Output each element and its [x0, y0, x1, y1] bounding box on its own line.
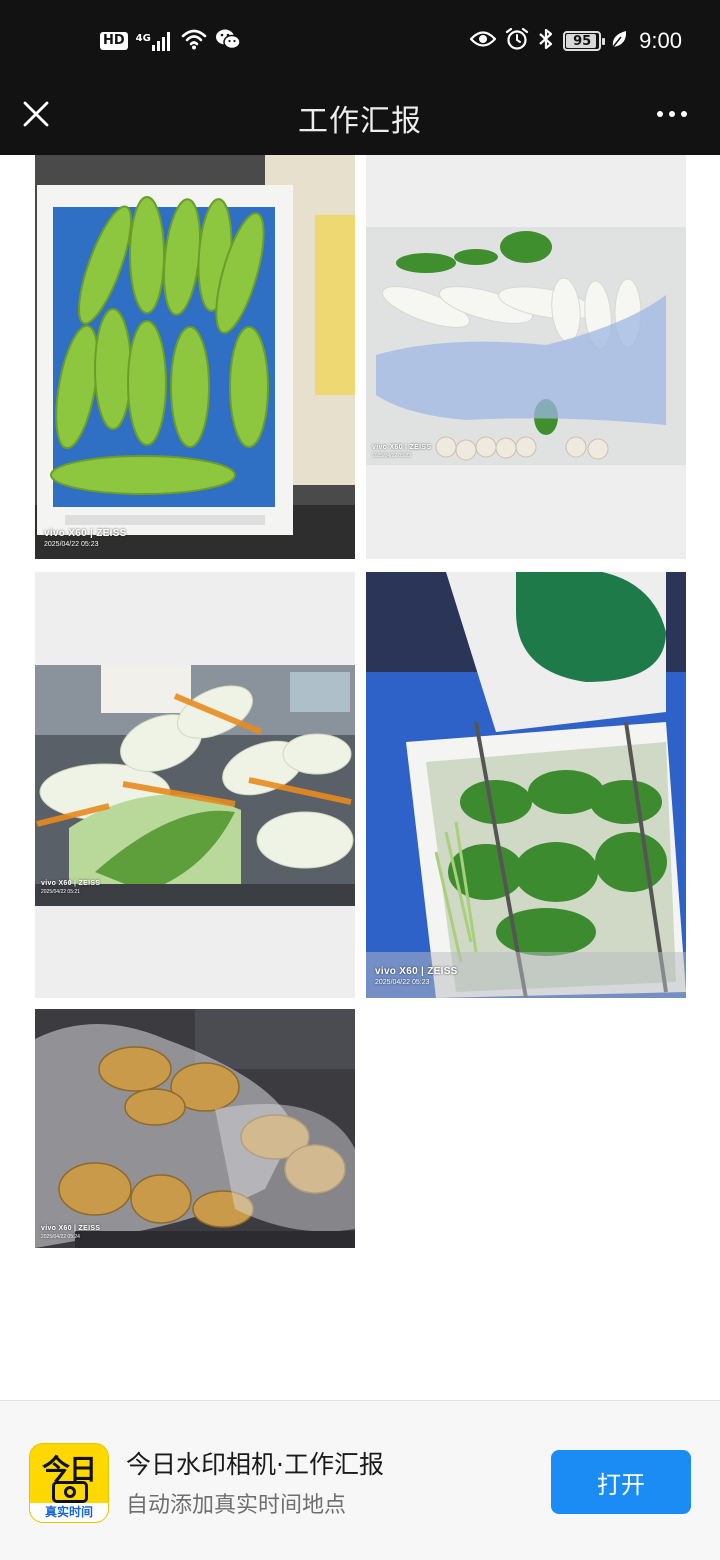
wechat-icon — [215, 28, 241, 54]
photo-watermark: vivo X60 | ZEISS 2025/04/22 05:23 — [372, 444, 431, 459]
radish-image — [366, 155, 686, 559]
wifi-icon — [181, 28, 207, 54]
zucchini-image — [35, 155, 355, 559]
battery-icon: 95 — [563, 31, 606, 51]
photo-watermark: vivo X60 | ZEISS 2025/04/22 05:21 — [41, 880, 100, 895]
status-right: 95 9:00 — [469, 24, 682, 58]
title-bar: 工作汇报 — [0, 84, 720, 155]
more-button[interactable] — [648, 96, 696, 132]
more-icon-dot — [657, 111, 663, 117]
watermark-brand: vivo X60 | ZEISS — [44, 528, 127, 539]
photo-leafy-greens[interactable]: vivo X60 | ZEISS 2025/04/22 05:23 — [366, 572, 686, 998]
photo-zucchini[interactable]: vivo X60 | ZEISS 2025/04/22 05:23 — [35, 155, 355, 559]
app-promo-banner[interactable]: 今日 真实时间 今日水印相机·工作汇报 自动添加真实时间地点 打开 — [0, 1400, 720, 1560]
alarm-icon — [505, 27, 529, 55]
ginger-image — [35, 1009, 355, 1248]
watermark-time: 2025/04/22 05:21 — [41, 889, 80, 895]
bluetooth-icon — [538, 27, 554, 55]
hd-badge: HD — [100, 32, 128, 50]
app-icon-strip: 真实时间 — [30, 1503, 108, 1522]
watermark-time: 2025/04/22 05:23 — [44, 541, 99, 548]
leafy-greens-image — [366, 572, 686, 998]
leaf-icon — [610, 29, 628, 53]
more-icon-dot — [681, 111, 687, 117]
status-bar: HD 4G 95 9:00 — [0, 0, 720, 84]
more-icon-dot — [669, 111, 675, 117]
photo-watermark: vivo X60 | ZEISS 2025/04/22 05:23 — [44, 528, 127, 548]
watermark-brand: vivo X60 | ZEISS — [41, 880, 101, 887]
photo-watermark: vivo X60 | ZEISS 2025/04/22 05:23 — [375, 966, 458, 986]
watermark-time: 2025/04/22 05:23 — [372, 453, 411, 459]
watermark-time: 2025/04/22 05:23 — [375, 979, 430, 986]
promo-subtitle: 自动添加真实时间地点 — [126, 1493, 347, 1518]
battery-level: 95 — [573, 33, 592, 49]
page-title: 工作汇报 — [298, 104, 422, 139]
napa-cabbage-image — [35, 572, 355, 998]
open-button[interactable]: 打开 — [551, 1450, 691, 1514]
photo-watermark: vivo X60 | ZEISS 2025/04/22 05:24 — [41, 1225, 100, 1240]
camera-icon — [52, 1481, 88, 1503]
watermark-brand: vivo X60 | ZEISS — [375, 966, 458, 977]
photo-napa-cabbage[interactable]: vivo X60 | ZEISS 2025/04/22 05:21 — [35, 572, 355, 998]
status-left: HD 4G — [100, 26, 241, 56]
photo-grid: vivo X60 | ZEISS 2025/04/22 05:23 vivo X… — [0, 155, 720, 1400]
watermark-brand: vivo X60 | ZEISS — [372, 444, 432, 451]
photo-radish[interactable]: vivo X60 | ZEISS 2025/04/22 05:23 — [366, 155, 686, 559]
photo-ginger[interactable]: vivo X60 | ZEISS 2025/04/22 05:24 — [35, 1009, 355, 1248]
clock: 9:00 — [639, 28, 682, 53]
signal-icon: 4G — [136, 31, 173, 51]
eye-icon — [469, 30, 497, 52]
watermark-brand: vivo X60 | ZEISS — [41, 1225, 101, 1232]
watermark-time: 2025/04/22 05:24 — [41, 1234, 80, 1240]
network-type: 4G — [135, 33, 151, 44]
app-logo-icon: 今日 真实时间 — [29, 1443, 109, 1523]
promo-title: 今日水印相机·工作汇报 — [126, 1450, 384, 1479]
